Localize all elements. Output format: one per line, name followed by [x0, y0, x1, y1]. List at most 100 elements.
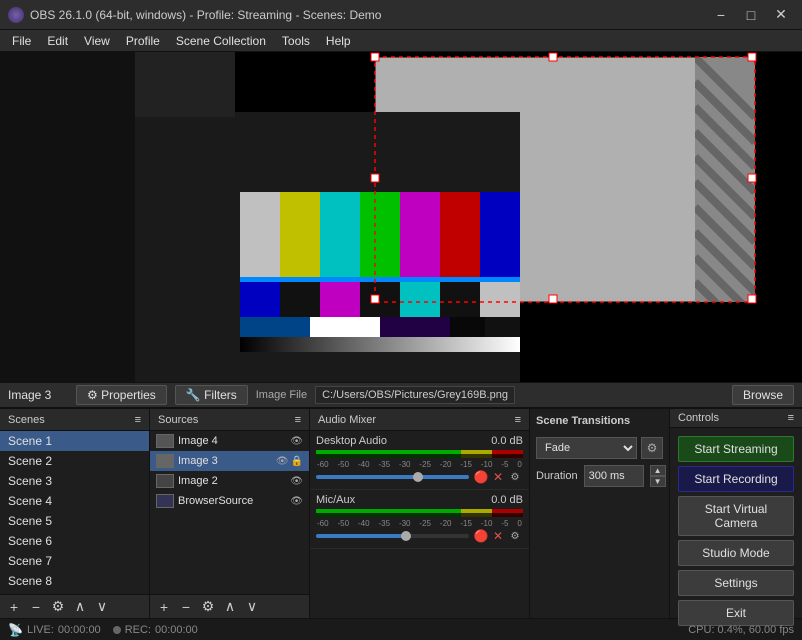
scene-item-5[interactable]: Scene 5 [0, 511, 149, 531]
source-icons-browser: 👁 [290, 496, 303, 507]
scene-item-2[interactable]: Scene 2 [0, 451, 149, 471]
menu-scene-collection[interactable]: Scene Collection [168, 32, 274, 50]
duration-spinners: ▲ ▼ [650, 465, 666, 487]
source-item-image2[interactable]: Image 2 👁 [150, 471, 309, 491]
sources-remove-button[interactable]: − [176, 597, 196, 617]
scenes-down-button[interactable]: ∨ [92, 597, 112, 617]
source-name-browser: BrowserSource [178, 495, 286, 507]
source-thumb-image4 [156, 434, 174, 448]
desktop-audio-controls: 🔴 ✕ ⚙ [316, 469, 523, 485]
controls-panel: Controls ≡ Start Streaming Start Recordi… [670, 409, 802, 618]
browse-button[interactable]: Browse [732, 385, 794, 405]
studio-mode-button[interactable]: Studio Mode [678, 540, 794, 566]
mic-audio-controls: 🔴 ✕ ⚙ [316, 528, 523, 544]
lock-icon-image3[interactable]: 🔒 [291, 456, 303, 467]
menu-bar: File Edit View Profile Scene Collection … [0, 30, 802, 52]
start-virtual-camera-button[interactable]: Start Virtual Camera [678, 496, 794, 536]
settings-button[interactable]: Settings [678, 570, 794, 596]
scene-item-4[interactable]: Scene 4 [0, 491, 149, 511]
visibility-icon-image2[interactable]: 👁 [290, 476, 303, 487]
duration-label: Duration [536, 470, 578, 482]
duration-up-button[interactable]: ▲ [650, 465, 666, 476]
source-item-browser[interactable]: BrowserSource 👁 [150, 491, 309, 511]
transition-settings-button[interactable]: ⚙ [641, 437, 663, 459]
visibility-icon-image4[interactable]: 👁 [290, 436, 303, 447]
title-bar-controls: − □ ✕ [708, 5, 794, 25]
transitions-panel: Scene Transitions Fade Cut Swipe Slide ⚙… [530, 409, 670, 618]
duration-down-button[interactable]: ▼ [650, 476, 666, 487]
scenes-add-button[interactable]: + [4, 597, 24, 617]
image-path: C:/Users/OBS/Pictures/Grey169B.png [315, 386, 515, 404]
scene-item-3[interactable]: Scene 3 [0, 471, 149, 491]
scene-item-1[interactable]: Scene 1 [0, 431, 149, 451]
filters-button[interactable]: 🔧 Filters [175, 385, 248, 405]
visibility-icon-browser[interactable]: 👁 [290, 496, 303, 507]
audio-panel-header: Audio Mixer ≡ [310, 409, 529, 431]
source-item-image4[interactable]: Image 4 👁 [150, 431, 309, 451]
menu-profile[interactable]: Profile [118, 32, 168, 50]
scene-item-7[interactable]: Scene 7 [0, 551, 149, 571]
close-button[interactable]: ✕ [768, 5, 794, 25]
menu-help[interactable]: Help [318, 32, 359, 50]
rec-status: REC: 00:00:00 [113, 624, 198, 636]
start-streaming-button[interactable]: Start Streaming [678, 436, 794, 462]
scene-item-6[interactable]: Scene 6 [0, 531, 149, 551]
source-name-image4: Image 4 [178, 435, 286, 447]
source-item-image3[interactable]: Image 3 👁 🔒 [150, 451, 309, 471]
cpu-info: CPU: 0.4%, 60.00 fps [688, 624, 794, 636]
scenes-panel: Scenes ≡ Scene 1 Scene 2 Scene 3 Scene 4… [0, 409, 150, 618]
desktop-audio-settings[interactable]: ⚙ [507, 469, 523, 485]
mic-audio-settings[interactable]: ⚙ [507, 528, 523, 544]
start-recording-button[interactable]: Start Recording [678, 466, 794, 492]
current-source-name: Image 3 [8, 388, 68, 402]
scenes-header-label: Scenes [8, 414, 45, 426]
desktop-mute-button[interactable]: 🔴 [473, 469, 489, 485]
controls-header: Controls ≡ [670, 409, 802, 428]
source-thumb-image3 [156, 454, 174, 468]
source-name-image3: Image 3 [178, 455, 272, 467]
source-thumb-image2 [156, 474, 174, 488]
scenes-settings-button[interactable]: ⚙ [48, 597, 68, 617]
menu-file[interactable]: File [4, 32, 39, 50]
transition-type-select[interactable]: Fade Cut Swipe Slide [536, 437, 637, 459]
exit-button[interactable]: Exit [678, 600, 794, 626]
scenes-panel-header: Scenes ≡ [0, 409, 149, 431]
sources-settings-button[interactable]: ⚙ [198, 597, 218, 617]
image-file-label: Image File [256, 389, 307, 401]
scenes-up-button[interactable]: ∧ [70, 597, 90, 617]
audio-track-desktop: Desktop Audio 0.0 dB -60-50-40-35-30-25-… [310, 431, 529, 490]
audio-panel: Audio Mixer ≡ Desktop Audio 0.0 dB -60-5… [310, 409, 530, 618]
sources-add-button[interactable]: + [154, 597, 174, 617]
menu-view[interactable]: View [76, 32, 118, 50]
audio-header-icon: ≡ [515, 414, 521, 426]
sources-down-button[interactable]: ∨ [242, 597, 262, 617]
mic-volume-slider[interactable] [316, 534, 469, 538]
mic-mute-button[interactable]: 🔴 [473, 528, 489, 544]
properties-button[interactable]: ⚙ Properties [76, 385, 167, 405]
controls-header-icon: ≡ [788, 412, 794, 424]
sources-footer: + − ⚙ ∧ ∨ [150, 594, 309, 618]
duration-input[interactable] [584, 465, 644, 487]
source-name-image2: Image 2 [178, 475, 286, 487]
preview-canvas [0, 52, 802, 382]
menu-edit[interactable]: Edit [39, 32, 76, 50]
maximize-button[interactable]: □ [738, 5, 764, 25]
source-icons-image3: 👁 🔒 [276, 456, 303, 467]
desktop-audio-name: Desktop Audio [316, 435, 387, 447]
menu-tools[interactable]: Tools [274, 32, 318, 50]
audio-track-mic-header: Mic/Aux 0.0 dB [316, 494, 523, 506]
source-bar: Image 3 ⚙ Properties 🔧 Filters Image Fil… [0, 382, 802, 408]
desktop-mute-x[interactable]: ✕ [493, 470, 503, 484]
minimize-button[interactable]: − [708, 5, 734, 25]
desktop-audio-db: 0.0 dB [491, 435, 523, 447]
desktop-volume-slider[interactable] [316, 475, 469, 479]
mic-mute-x[interactable]: ✕ [493, 529, 503, 543]
sources-header-label: Sources [158, 414, 198, 426]
audio-track-mic: Mic/Aux 0.0 dB -60-50-40-35-30-25-20-15-… [310, 490, 529, 549]
scene-item-8[interactable]: Scene 8 [0, 571, 149, 591]
visibility-icon-image3[interactable]: 👁 [276, 456, 289, 467]
scenes-remove-button[interactable]: − [26, 597, 46, 617]
preview-area[interactable] [0, 52, 802, 382]
scenes-header-icon: ≡ [135, 414, 141, 426]
sources-up-button[interactable]: ∧ [220, 597, 240, 617]
